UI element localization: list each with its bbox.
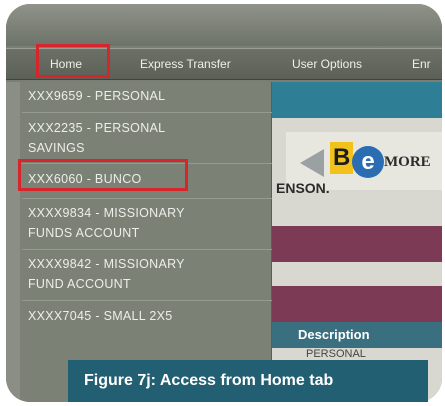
nav-enrollment-tab[interactable]: Enr xyxy=(412,49,431,79)
section-header-bar-2 xyxy=(272,286,442,322)
left-gutter xyxy=(6,82,20,402)
account-label: XXXX9842 - MISSIONARY xyxy=(28,257,185,271)
nav-express-transfer-tab[interactable]: Express Transfer xyxy=(140,49,231,79)
figure-caption: Figure 7j: Access from Home tab xyxy=(68,360,428,402)
browser-top-strip xyxy=(6,4,442,46)
account-label: XXXX7045 - SMALL 2X5 xyxy=(28,309,173,323)
dropdown-item-account-7045[interactable]: XXXX7045 - SMALL 2X5 xyxy=(28,306,268,326)
logo-e-letter: e xyxy=(352,146,384,178)
dropdown-item-account-9834[interactable]: XXXX9834 - MISSIONARY FUNDS ACCOUNT xyxy=(28,203,268,243)
accounts-table-cell: PERSONAL xyxy=(306,348,366,360)
accounts-table-header: Description xyxy=(272,322,442,348)
home-tab-highlight-box xyxy=(36,44,110,78)
dropdown-item-account-9659[interactable]: XXX9659 - PERSONAL xyxy=(28,86,268,106)
dropdown-divider xyxy=(22,300,272,301)
dropdown-divider xyxy=(22,198,272,199)
bunco-account-highlight-box xyxy=(18,159,188,191)
section-header-bar-1 xyxy=(272,226,442,262)
dropdown-item-account-9842[interactable]: XXXX9842 - MISSIONARY FUND ACCOUNT xyxy=(28,254,268,294)
description-column-header: Description xyxy=(298,327,370,342)
banner-more-text: MORE xyxy=(384,154,431,170)
dropdown-divider xyxy=(22,249,272,250)
dropdown-divider xyxy=(22,112,272,113)
page-header-bar xyxy=(272,82,442,118)
be-more-logo: B e xyxy=(330,140,384,180)
account-label: XXX9659 - PERSONAL xyxy=(28,89,166,103)
banner-previous-arrow-icon[interactable] xyxy=(300,149,324,177)
account-label: XXX2235 - PERSONAL xyxy=(28,121,166,135)
account-label-line2: SAVINGS xyxy=(28,141,85,155)
dropdown-item-account-2235[interactable]: XXX2235 - PERSONAL SAVINGS xyxy=(28,118,268,158)
account-label-line2: FUND ACCOUNT xyxy=(28,277,131,291)
logo-b-letter: B xyxy=(330,142,354,174)
welcome-name-fragment: ENSON. xyxy=(276,180,330,196)
nav-user-options-tab[interactable]: User Options xyxy=(292,49,362,79)
account-label-line2: FUNDS ACCOUNT xyxy=(28,226,140,240)
account-label: XXXX9834 - MISSIONARY xyxy=(28,206,185,220)
